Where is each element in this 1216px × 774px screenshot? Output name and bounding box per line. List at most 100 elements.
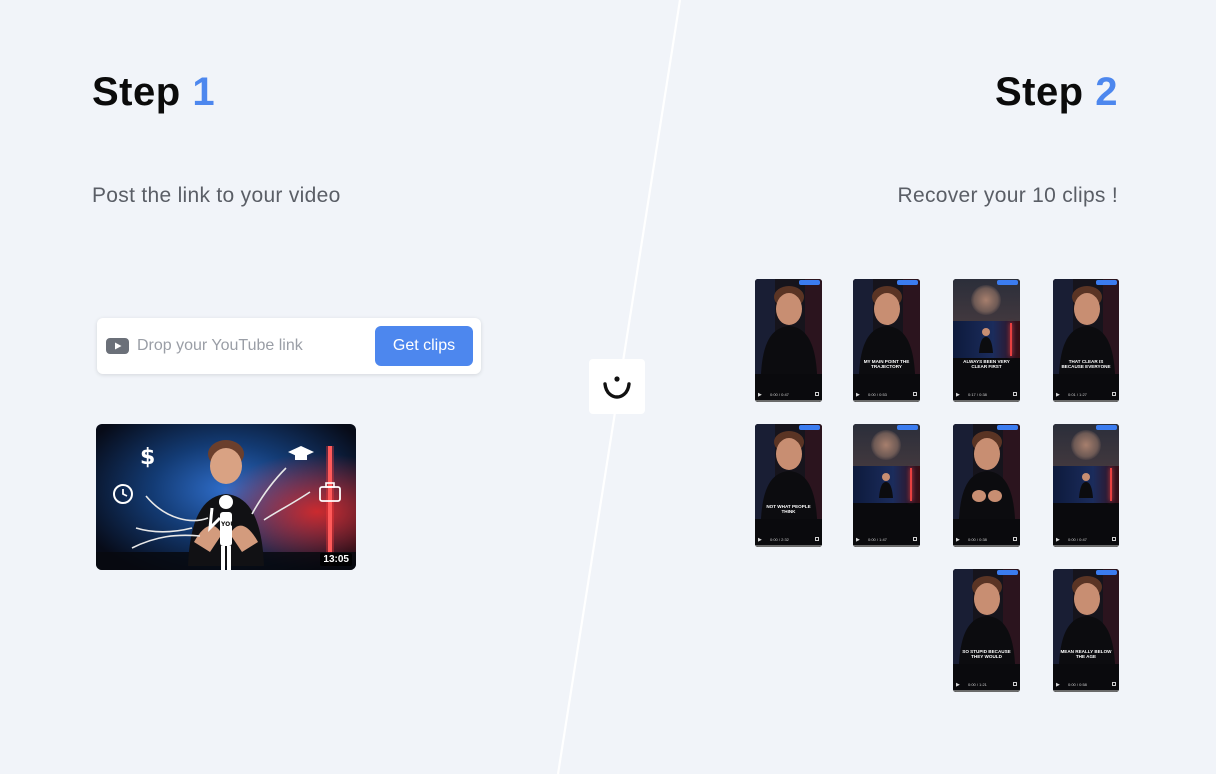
play-icon[interactable]: ▶ [856,537,860,543]
clip-progress-bar[interactable] [953,400,1020,402]
clip-progress-bar[interactable] [853,400,920,402]
clip-brand-tag [997,425,1018,430]
clip-progress-bar[interactable] [1053,690,1119,692]
clip-time: 0:00 / 0:38 [968,537,987,542]
clip-time: 0:00 / 0:58 [1068,682,1087,687]
smile-logo-icon [589,359,645,414]
clip-time: 0:00 / 0:47 [770,392,789,397]
clip-thumbnail[interactable]: SO STUPID BECAUSE THEY WOULD ▶ 0:00 / 1:21 [953,569,1020,692]
clip-thumbnail[interactable]: MY MAIN POINT THE TRAJECTORY ▶ 0:00 / 0:53 [853,279,920,402]
clip-progress-bar[interactable] [953,690,1020,692]
youtube-link-form: Get clips [97,318,481,374]
clip-brand-tag [1096,425,1117,430]
clip-brand-tag [1096,280,1117,285]
clip-progress-bar[interactable] [755,400,822,402]
fullscreen-icon[interactable] [1112,682,1116,686]
play-icon[interactable]: ▶ [856,392,860,398]
clip-caption: ALWAYS BEEN VERY CLEAR FIRST [963,359,1010,370]
step-1-title: Step 1 [92,70,215,115]
clip-split-mid [853,466,920,503]
clip-progress-bar[interactable] [1053,545,1119,547]
clip-player-controls: ▶ 0:00 / 0:53 [853,388,920,402]
fullscreen-icon[interactable] [815,537,819,541]
you-badge-text: YOU [220,521,235,528]
clip-mini-person [1079,473,1093,498]
step-1-number: 1 [192,70,216,114]
get-clips-button[interactable]: Get clips [375,326,473,366]
fullscreen-icon[interactable] [1112,392,1116,396]
clip-blur-face [971,285,1001,315]
youtube-icon [106,338,129,354]
fullscreen-icon[interactable] [913,392,917,396]
clip-thumbnail[interactable]: ▶ 0:00 / 0:47 [1053,424,1119,547]
clip-brand-tag [997,280,1018,285]
clip-caption: NOT WHAT PEOPLE THINK [766,504,811,515]
svg-text:$: $ [140,445,155,470]
play-icon[interactable]: ▶ [956,392,960,398]
clip-player-controls: ▶ 0:17 / 0:38 [953,388,1020,402]
clip-thumbnail[interactable]: ▶ 0:00 / 0:47 [755,279,822,402]
fullscreen-icon[interactable] [913,537,917,541]
clip-thumbnail[interactable]: ▶ 0:00 / 0:38 [953,424,1020,547]
youtube-link-input[interactable] [137,331,357,361]
fullscreen-icon[interactable] [1013,392,1017,396]
clip-brand-tag [799,280,820,285]
clip-thumbnail[interactable]: ALWAYS BEEN VERY CLEAR FIRST ▶ 0:17 / 0:38 [953,279,1020,402]
clip-split-mid [1053,466,1119,503]
video-thumbnail-art: $ YOU [96,424,356,570]
play-icon[interactable]: ▶ [956,682,960,688]
clip-time: 0:00 / 2:32 [770,537,789,542]
fullscreen-icon[interactable] [815,392,819,396]
fullscreen-icon[interactable] [1013,682,1017,686]
clip-brand-tag [1096,570,1117,575]
play-icon[interactable]: ▶ [1056,392,1060,398]
clip-thumbnail[interactable]: ▶ 0:00 / 1:47 [853,424,920,547]
clip-caption: SO STUPID BECAUSE THEY WOULD [962,649,1011,660]
play-icon[interactable]: ▶ [758,537,762,543]
clip-caption: MEAN REALLY BELOW THE AGE [1060,649,1112,660]
clip-thumbnail[interactable]: NOT WHAT PEOPLE THINK ▶ 0:00 / 2:32 [755,424,822,547]
clip-thumbnail[interactable]: THAT CLEAR IS BECAUSE EVERYONE ▶ 0:01 / 1:… [1053,279,1119,402]
clip-time: 0:00 / 1:21 [968,682,987,687]
video-duration: 13:05 [320,553,352,566]
step-2-number: 2 [1095,70,1118,114]
clip-progress-bar[interactable] [1053,400,1119,402]
fullscreen-icon[interactable] [1013,537,1017,541]
clip-progress-bar[interactable] [853,545,920,547]
clip-mini-person [879,473,893,498]
clip-player-controls: ▶ 0:00 / 1:47 [853,533,920,547]
play-icon[interactable]: ▶ [1056,682,1060,688]
clip-progress-bar[interactable] [953,545,1020,547]
smile-logo-glyph [603,375,631,399]
clip-light-bar [1010,323,1012,356]
clip-caption: THAT CLEAR IS BECAUSE EVERYONE [1061,359,1111,370]
source-video-thumbnail[interactable]: $ YOU 13:05 [96,424,356,570]
clip-time: 0:00 / 0:53 [868,392,887,397]
clip-split-top [1053,424,1119,466]
clip-split-mid [953,321,1020,358]
clip-mini-person [979,328,993,353]
clip-brand-tag [897,280,918,285]
clip-thumbnail[interactable]: MEAN REALLY BELOW THE AGE ▶ 0:00 / 0:58 [1053,569,1119,692]
clip-person [755,279,822,374]
fullscreen-icon[interactable] [1112,537,1116,541]
clip-player-controls: ▶ 0:01 / 1:27 [1053,388,1119,402]
clip-blur-face [1071,430,1101,460]
clip-player-controls: ▶ 0:00 / 1:21 [953,678,1020,692]
play-icon[interactable]: ▶ [1056,537,1060,543]
step-2-title: Step 2 [995,70,1118,115]
play-icon[interactable]: ▶ [956,537,960,543]
play-icon[interactable]: ▶ [758,392,762,398]
clip-light-bar [910,468,912,501]
step-1-label: Step [92,70,181,114]
clip-time: 0:17 / 0:38 [968,392,987,397]
clip-player-controls: ▶ 0:00 / 0:47 [1053,533,1119,547]
clip-time: 0:00 / 0:47 [1068,537,1087,542]
clip-progress-bar[interactable] [755,545,822,547]
step-2-subtitle: Recover your 10 clips ! [897,184,1118,207]
clip-caption: MY MAIN POINT THE TRAJECTORY [863,359,910,370]
clip-person [953,424,1020,519]
clip-blur-face [871,430,901,460]
clip-time: 0:00 / 1:47 [868,537,887,542]
step-2-label: Step [994,70,1084,114]
